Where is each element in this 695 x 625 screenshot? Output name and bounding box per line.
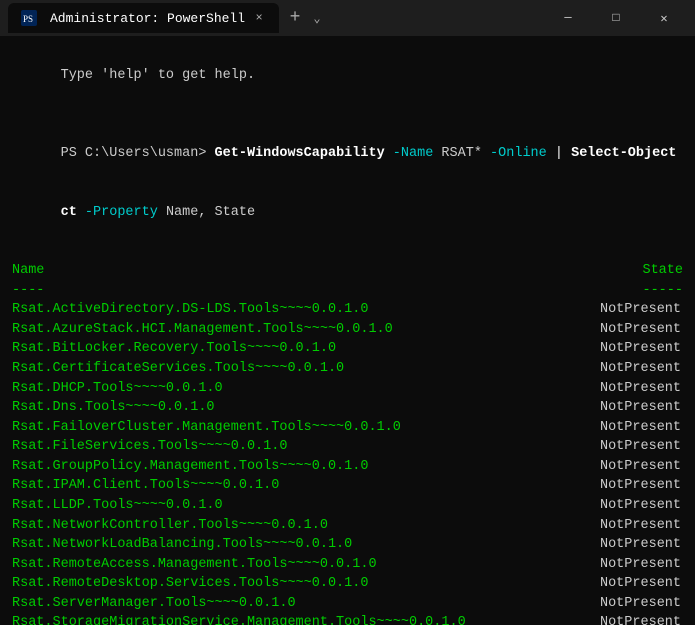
tab-area: PS Administrator: PowerShell × + ⌄ (8, 3, 545, 33)
row-state: NotPresent (600, 516, 683, 536)
active-tab[interactable]: PS Administrator: PowerShell × (8, 3, 279, 33)
titlebar: PS Administrator: PowerShell × + ⌄ ─ □ ✕ (0, 0, 695, 36)
cmd-main2: Select-Object (571, 146, 676, 161)
col-name-under: ---- (12, 281, 44, 301)
table-row: Rsat.AzureStack.HCI.Management.Tools~~~~… (12, 320, 683, 340)
window-close-button[interactable]: ✕ (641, 2, 687, 34)
row-name: Rsat.DHCP.Tools~~~~0.0.1.0 (12, 379, 223, 399)
table-row: Rsat.RemoteAccess.Management.Tools~~~~0.… (12, 555, 683, 575)
row-name: Rsat.ServerManager.Tools~~~~0.0.1.0 (12, 594, 296, 614)
row-name: Rsat.Dns.Tools~~~~0.0.1.0 (12, 398, 215, 418)
table-row: Rsat.DHCP.Tools~~~~0.0.1.0 NotPresent (12, 379, 683, 399)
table-row: Rsat.CertificateServices.Tools~~~~0.0.1.… (12, 359, 683, 379)
svg-text:PS: PS (23, 14, 33, 24)
row-state: NotPresent (600, 379, 683, 399)
blank-line-2 (12, 242, 683, 262)
row-name: Rsat.CertificateServices.Tools~~~~0.0.1.… (12, 359, 344, 379)
row-state: NotPresent (600, 300, 683, 320)
table-row: Rsat.NetworkLoadBalancing.Tools~~~~0.0.1… (12, 535, 683, 555)
tab-dropdown-button[interactable]: ⌄ (307, 8, 327, 28)
row-name: Rsat.AzureStack.HCI.Management.Tools~~~~… (12, 320, 393, 340)
column-underlines: ---- ----- (12, 281, 683, 301)
row-name: Rsat.ActiveDirectory.DS-LDS.Tools~~~~0.0… (12, 300, 368, 320)
row-name: Rsat.StorageMigrationService.Management.… (12, 613, 466, 625)
row-state: NotPresent (600, 613, 683, 625)
data-rows: Rsat.ActiveDirectory.DS-LDS.Tools~~~~0.0… (12, 300, 683, 625)
table-row: Rsat.BitLocker.Recovery.Tools~~~~0.0.1.0… (12, 339, 683, 359)
table-row: Rsat.GroupPolicy.Management.Tools~~~~0.0… (12, 457, 683, 477)
row-state: NotPresent (600, 320, 683, 340)
maximize-button[interactable]: □ (593, 2, 639, 34)
terminal-body[interactable]: Type 'help' to get help. PS C:\Users\usm… (0, 36, 695, 625)
cmd-val1: RSAT* (441, 146, 482, 161)
table-row: Rsat.FileServices.Tools~~~~0.0.1.0 NotPre… (12, 437, 683, 457)
table-row: Rsat.Dns.Tools~~~~0.0.1.0 NotPresent (12, 398, 683, 418)
row-name: Rsat.NetworkLoadBalancing.Tools~~~~0.0.1… (12, 535, 352, 555)
table-row: Rsat.IPAM.Client.Tools~~~~0.0.1.0 NotPres… (12, 476, 683, 496)
table-row: Rsat.RemoteDesktop.Services.Tools~~~~0.0… (12, 574, 683, 594)
row-state: NotPresent (600, 339, 683, 359)
col-name-header: Name (12, 261, 44, 281)
row-state: NotPresent (600, 574, 683, 594)
table-row: Rsat.ActiveDirectory.DS-LDS.Tools~~~~0.0… (12, 300, 683, 320)
column-headers: Name State (12, 261, 683, 281)
tab-label: Administrator: PowerShell (50, 11, 245, 26)
prompt-text: PS C:\Users\usman> (61, 146, 215, 161)
command-line: PS C:\Users\usman> Get-WindowsCapability… (12, 124, 683, 183)
intro-line: Type 'help' to get help. (12, 46, 683, 105)
pipe-symbol: | (555, 146, 563, 161)
col-state-header: State (642, 261, 683, 281)
table-row: Rsat.NetworkController.Tools~~~~0.0.1.0 N… (12, 516, 683, 536)
row-state: NotPresent (600, 457, 683, 477)
table-row: Rsat.FailoverCluster.Management.Tools~~~… (12, 418, 683, 438)
row-state: NotPresent (600, 555, 683, 575)
table-row: Rsat.LLDP.Tools~~~~0.0.1.0 NotPresent (12, 496, 683, 516)
row-name: Rsat.FileServices.Tools~~~~0.0.1.0 (12, 437, 287, 457)
row-name: Rsat.GroupPolicy.Management.Tools~~~~0.0… (12, 457, 368, 477)
cmd-param2: -Online (490, 146, 547, 161)
row-state: NotPresent (600, 418, 683, 438)
row-state: NotPresent (600, 476, 683, 496)
row-name: Rsat.NetworkController.Tools~~~~0.0.1.0 (12, 516, 328, 536)
row-state: NotPresent (600, 398, 683, 418)
row-state: NotPresent (600, 535, 683, 555)
table-row: Rsat.StorageMigrationService.Management.… (12, 613, 683, 625)
row-name: Rsat.RemoteDesktop.Services.Tools~~~~0.0… (12, 574, 368, 594)
cmd-param1: -Name (393, 146, 434, 161)
row-state: NotPresent (600, 496, 683, 516)
powershell-icon: PS (20, 9, 38, 27)
cmd-main: Get-WindowsCapability (215, 146, 385, 161)
window-controls: ─ □ ✕ (545, 2, 687, 34)
command-line-2: ct -Property Name, State (12, 183, 683, 242)
tab-close-button[interactable]: × (251, 10, 267, 26)
row-name: Rsat.IPAM.Client.Tools~~~~0.0.1.0 (12, 476, 279, 496)
blank-line-1 (12, 105, 683, 125)
row-state: NotPresent (600, 437, 683, 457)
row-name: Rsat.BitLocker.Recovery.Tools~~~~0.0.1.0 (12, 339, 336, 359)
window: PS Administrator: PowerShell × + ⌄ ─ □ ✕… (0, 0, 695, 625)
row-state: NotPresent (600, 359, 683, 379)
row-state: NotPresent (600, 594, 683, 614)
col-state-under: ----- (642, 281, 683, 301)
table-row: Rsat.ServerManager.Tools~~~~0.0.1.0 NotPr… (12, 594, 683, 614)
new-tab-button[interactable]: + (283, 6, 307, 30)
row-name: Rsat.LLDP.Tools~~~~0.0.1.0 (12, 496, 223, 516)
row-name: Rsat.RemoteAccess.Management.Tools~~~~0.… (12, 555, 377, 575)
minimize-button[interactable]: ─ (545, 2, 591, 34)
row-name: Rsat.FailoverCluster.Management.Tools~~~… (12, 418, 401, 438)
